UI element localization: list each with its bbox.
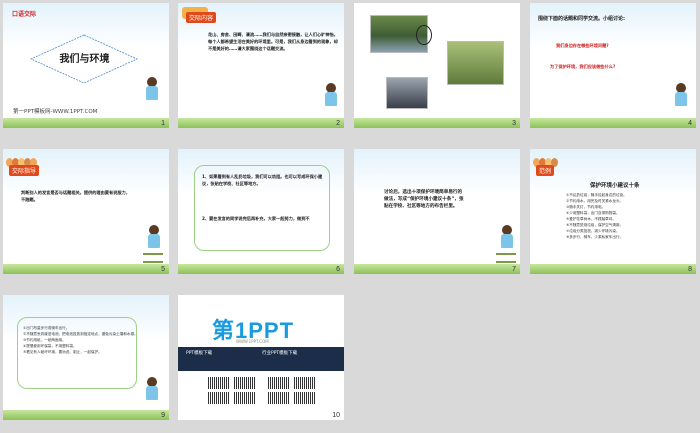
banner-right-heading: 行业PPT模板下载 [262, 351, 298, 356]
qr-code-group [208, 377, 318, 405]
list-title: 保护环境小建议十条 [590, 183, 640, 189]
slide-body-text: 花山、房舍、田畴、清流……我们与自然亲密接触，让人们心旷神怡。每个人都希望生活在… [208, 32, 338, 51]
slide-number: 4 [688, 120, 692, 127]
kids-illustration [533, 152, 571, 167]
slide-thumbnail-5[interactable]: 交际指导 判断别人的发言是否与话题相关。提供的理由要有说服力，不跑题。 5 [3, 149, 169, 274]
bench-illustration [496, 253, 516, 263]
smoke-photo [386, 77, 428, 109]
logo-subtitle: WWW.1PPT.COM [236, 339, 269, 344]
girl-illustration [322, 83, 340, 111]
slide-number: 9 [161, 412, 165, 419]
bench-illustration [143, 253, 163, 263]
advice-list: ①出门尽量步行或骑车出行。 ②不随意丢弃废旧电池，把电池投放到指定地点，避免污染… [23, 325, 138, 355]
point-2: 2、要在发言的同学说完后再补充，大家一起努力，做到不 [202, 216, 310, 221]
point-1: 1、如果看到有人乱扔垃圾，我们可以劝阻。也可以写成环保小建议，张贴在学校、社区等… [202, 174, 323, 186]
field-photo [447, 41, 504, 85]
page-title: 我们与环境 [59, 54, 110, 65]
slide-thumbnail-7[interactable]: 讨论后，选出十项保护环境简单易行的做法，写成“保护环境小建议十条”，张贴在学校、… [354, 149, 520, 274]
question-1: 我们身边存在哪些环境问题? [556, 43, 609, 48]
slide-number: 1 [161, 120, 165, 127]
slide-number: 5 [161, 266, 165, 273]
grass-strip [3, 118, 169, 128]
list-item: ⑤看见有人破坏环境，要劝说、制止，一起保护。 [23, 350, 102, 354]
slide-thumbnail-1[interactable]: 口语交际 我们与环境 第一PPT模板网-WWW.1PPT.COM 1 [3, 3, 169, 128]
slide-thumbnail-4[interactable]: 围绕下面的话题和同学交流。小组讨论: 我们身边存在哪些环境问题? 为了保护环境，… [530, 3, 696, 128]
slide-tag: 交际内容 [186, 12, 217, 23]
slide-tag: 范例 [536, 165, 555, 176]
girl-illustration [143, 77, 161, 105]
slide-body-text: 判断别人的发言是否与话题相关。提供的理由要有说服力，不跑题。 [21, 190, 130, 202]
slide-thumbnail-9[interactable]: ①出门尽量步行或骑车出行。 ②不随意丢弃废旧电池，把电池投放到指定地点，避免污染… [3, 295, 169, 420]
girl-illustration [143, 377, 161, 405]
slide-thumbnail-8[interactable]: 范例 保护环境小建议十条 ①不乱扔垃圾，随手捡起身边的垃圾。 ②节约用水，用完及… [530, 149, 696, 274]
slide-tag: 交际指导 [9, 165, 40, 176]
girl-illustration [145, 225, 163, 253]
grass-strip [178, 118, 344, 128]
question-2: 为了保护环境，我们应该做些什么? [550, 64, 616, 69]
grass-strip [530, 264, 696, 274]
slide-thumbnail-3[interactable]: 3 [354, 3, 520, 128]
grass-strip [354, 264, 520, 274]
slide-thumbnail-2[interactable]: 交际内容 花山、房舍、田畴、清流……我们与自然亲密接触，让人们心旷神怡。每个人都… [178, 3, 344, 128]
slide-number: 10 [332, 412, 340, 419]
girl-illustration [672, 83, 690, 111]
slide-number: 8 [688, 266, 692, 273]
footer-text: 第一PPT模板网-WWW.1PPT.COM [13, 109, 98, 115]
advice-list: ①不乱扔垃圾，随手捡起身边的垃圾。 ②节约用水，用完及时关紧水龙头。 ③随手关灯… [566, 192, 627, 240]
slide-number: 7 [512, 266, 516, 273]
slide-thumbnail-10[interactable]: 第1PPT WWW.1PPT.COM PPT模板下载 行业PPT模板下载 10 [178, 295, 344, 420]
girl-illustration [498, 225, 516, 253]
slide-number: 3 [512, 120, 516, 127]
slide-body-text: 讨论后，选出十项保护环境简单易行的做法，写成“保护环境小建议十条”，张贴在学校、… [384, 190, 464, 209]
kids-illustration [6, 152, 44, 167]
banner-left-heading: PPT模板下载 [186, 351, 213, 356]
grass-strip [3, 264, 169, 274]
sky-background [354, 149, 520, 194]
grass-strip [3, 410, 169, 420]
slide-number: 2 [336, 120, 340, 127]
grass-strip [354, 118, 520, 128]
list-item: ⑧多步行、骑车，少乘私家车出行。 [566, 235, 624, 239]
slide-thumbnail-6[interactable]: 1、如果看到有人乱扔垃圾，我们可以劝阻。也可以写成环保小建议，张贴在学校、社区等… [178, 149, 344, 274]
discussion-lead: 围绕下面的话题和同学交流。小组讨论: [538, 16, 626, 22]
photo-circle-highlight [416, 25, 432, 45]
grass-strip [178, 264, 344, 274]
grass-strip [530, 118, 696, 128]
slide-number: 6 [336, 266, 340, 273]
slide-tag: 口语交际 [12, 11, 37, 18]
